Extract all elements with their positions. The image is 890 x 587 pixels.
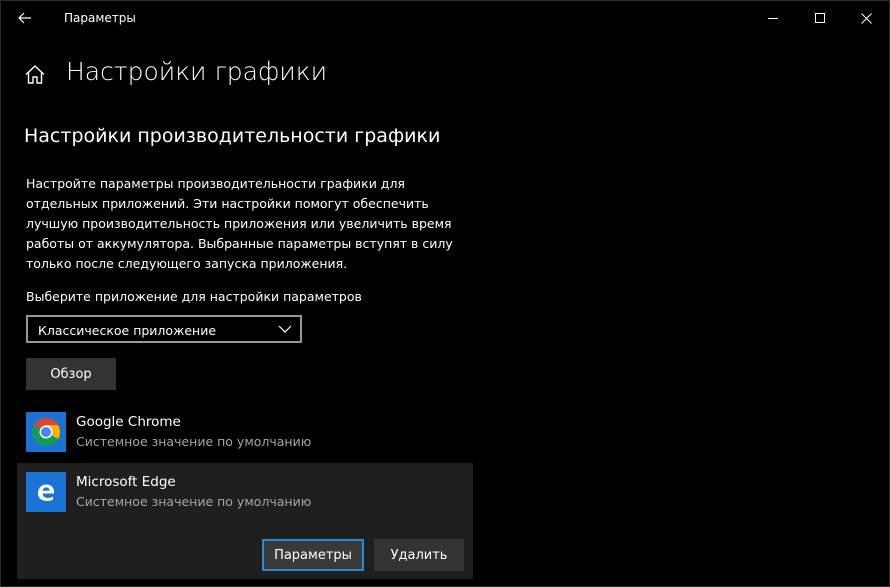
app-select-label: Выберите приложение для настройки параме… [26, 289, 362, 304]
app-name: Microsoft Edge [76, 474, 176, 490]
close-icon [860, 12, 872, 24]
minimize-icon [767, 17, 778, 19]
app-name: Google Chrome [76, 414, 181, 430]
description-text: Настройте параметры производительности г… [26, 176, 453, 271]
app-list-item-chrome[interactable]: Google Chrome Системное значение по умол… [17, 405, 473, 461]
chevron-down-icon [278, 325, 292, 333]
edge-logo-icon [38, 484, 54, 501]
chrome-icon [26, 412, 66, 452]
window-title: Параметры [64, 11, 136, 25]
back-button[interactable] [9, 3, 41, 33]
options-button[interactable]: Параметры [262, 539, 364, 571]
close-button[interactable] [843, 1, 889, 35]
app-status: Системное значение по умолчанию [76, 434, 312, 449]
app-status: Системное значение по умолчанию [76, 494, 312, 509]
app-list-item-edge[interactable]: Microsoft Edge Системное значение по умо… [17, 463, 473, 579]
delete-button[interactable]: Удалить [374, 539, 464, 571]
chrome-logo-icon [32, 418, 60, 446]
page-title: Настройки графики [66, 57, 328, 86]
maximize-button[interactable] [797, 1, 843, 35]
maximize-icon [814, 12, 825, 23]
browse-button[interactable]: Обзор [26, 358, 116, 390]
minimize-button[interactable] [750, 1, 796, 35]
home-icon[interactable] [23, 63, 47, 87]
edge-icon [26, 472, 66, 512]
app-type-dropdown[interactable]: Классическое приложение [26, 315, 302, 343]
section-title: Настройки производительности графики [24, 125, 441, 147]
back-arrow-icon [18, 12, 31, 24]
app-type-dropdown-value: Классическое приложение [38, 323, 217, 338]
settings-window: Параметры Настройки графики Настройки пр… [0, 0, 890, 587]
title-bar: Параметры [1, 1, 889, 35]
